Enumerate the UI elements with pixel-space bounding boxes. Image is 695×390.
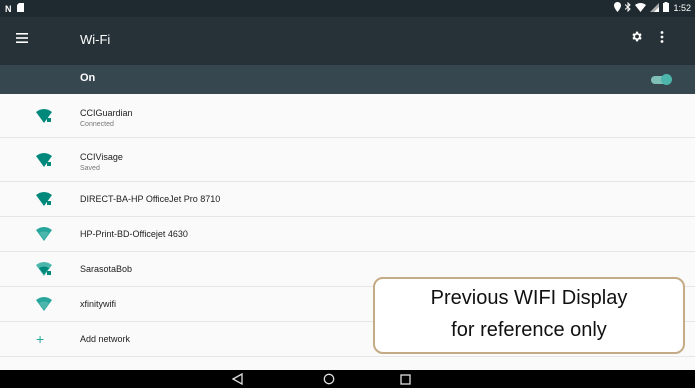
plus-icon: +	[36, 331, 45, 347]
network-name: CCIGuardian	[80, 108, 133, 118]
n-notification-icon: N	[5, 3, 12, 14]
network-name: xfinitywifi	[80, 299, 117, 309]
add-network-label: Add network	[80, 334, 131, 344]
settings-gear-icon[interactable]	[630, 30, 643, 48]
menu-icon[interactable]	[16, 30, 28, 48]
page-title: Wi-Fi	[80, 32, 111, 47]
sd-card-icon	[16, 3, 24, 14]
note-line-2: for reference only	[451, 319, 607, 341]
wifi-switch-label: On	[80, 72, 96, 84]
toggle-thumb	[661, 74, 672, 85]
network-row[interactable]: HP-Print-BD-Officejet 4630	[0, 217, 695, 252]
cell-signal-icon	[650, 2, 660, 14]
wifi-open-icon	[36, 227, 52, 241]
clock-time: 1:52	[673, 3, 691, 13]
wifi-secured-icon	[36, 108, 52, 123]
network-row[interactable]: CCIVisage Saved	[0, 138, 695, 182]
network-row[interactable]: CCIGuardian Connected	[0, 94, 695, 138]
network-status: Connected	[80, 121, 114, 128]
battery-icon	[663, 2, 670, 14]
home-icon[interactable]	[323, 372, 335, 390]
network-name: DIRECT-BA-HP OfficeJet Pro 8710	[80, 194, 221, 204]
status-bar: N 1:52	[0, 0, 695, 17]
recents-icon[interactable]	[400, 372, 411, 390]
more-vert-icon[interactable]	[660, 30, 664, 48]
network-name: CCIVisage	[80, 152, 123, 162]
back-icon[interactable]	[231, 372, 243, 390]
wifi-open-icon	[36, 297, 52, 311]
wifi-secured-icon	[36, 192, 52, 206]
network-name: SarasotaBob	[80, 264, 133, 274]
note-line-1: Previous WIFI Display	[430, 287, 628, 309]
wifi-secured-icon	[36, 152, 52, 167]
app-toolbar: Wi-Fi	[0, 17, 695, 65]
wifi-secured-icon	[36, 262, 52, 276]
network-status: Saved	[80, 165, 100, 172]
wifi-switch-bar[interactable]: On	[0, 65, 695, 94]
bluetooth-icon	[625, 1, 632, 14]
system-nav-bar	[0, 370, 695, 388]
network-row[interactable]: DIRECT-BA-HP OfficeJet Pro 8710	[0, 182, 695, 217]
reference-note-callout: Previous WIFI Display for reference only	[373, 277, 685, 354]
location-icon	[614, 2, 622, 14]
wifi-signal-icon	[635, 2, 647, 14]
network-name: HP-Print-BD-Officejet 4630	[80, 229, 188, 239]
wifi-toggle[interactable]	[651, 74, 672, 85]
